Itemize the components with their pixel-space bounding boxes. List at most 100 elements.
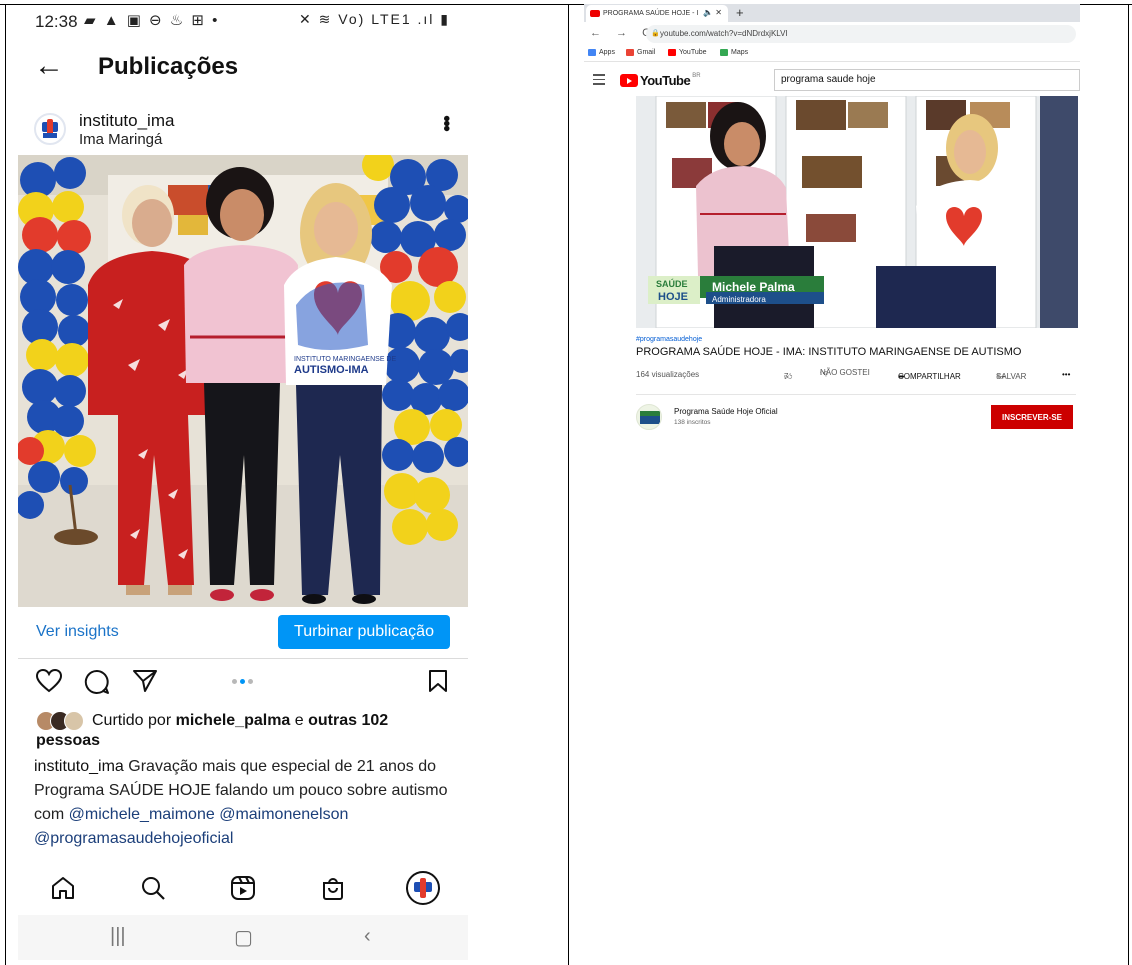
recent-apps-icon[interactable]: ||| [110, 925, 126, 948]
instagram-phone-screen: 12:38 ▰ ▲ ▣ ⊖ ♨ ⊞ • ✕ ≋ Vo) LTE1 .ıl ▮ ←… [18, 5, 468, 960]
tab-strip: PROGRAMA SAÚDE HOJE - I 🔈 ✕ + [584, 4, 1080, 22]
likes-middle: e [290, 712, 309, 730]
insights-row: Ver insights Turbinar publicação [18, 613, 468, 659]
carousel-pager [232, 679, 253, 684]
page-title: Publicações [98, 53, 239, 80]
post-header: instituto_ima Ima Maringá ••• [18, 109, 468, 157]
youtube-header: YouTube BR programa saude hoje [584, 64, 1080, 96]
youtube-favicon-icon [590, 10, 600, 17]
likes-user[interactable]: michele_palma [176, 712, 291, 729]
like-count: 7 [784, 372, 789, 381]
boost-post-button[interactable]: Turbinar publicação [278, 615, 450, 649]
app-bar: ← Publicações [18, 45, 468, 91]
tab-title: PROGRAMA SAÚDE HOJE - I [603, 10, 699, 17]
bookmark-label: Maps [731, 49, 749, 56]
channel-name[interactable]: Programa Saúde Hoje Oficial [674, 407, 778, 416]
section-divider [636, 394, 1076, 395]
apps-grid-icon [588, 49, 596, 56]
video-meta: #programasaudehoje PROGRAMA SAÚDE HOJE -… [636, 336, 1076, 358]
post-username[interactable]: instituto_ima [79, 111, 174, 131]
post-location[interactable]: Ima Maringá [79, 131, 162, 148]
share-label: COMPARTILHAR [898, 372, 961, 381]
home-icon[interactable] [50, 875, 76, 906]
profile-avatar[interactable] [34, 113, 66, 145]
lock-icon: 🔒 [651, 30, 660, 37]
post-photo[interactable]: INSTITUTO MARINGAENSE DE AUTISMO-IMA [18, 155, 468, 607]
bookmark-maps[interactable]: Maps [720, 49, 748, 56]
new-tab-icon[interactable]: + [736, 5, 744, 20]
home-button-icon[interactable]: ▢ [234, 925, 253, 950]
video-hashtag[interactable]: #programasaudehoje [636, 336, 1076, 343]
bookmark-youtube[interactable]: YouTube [668, 49, 707, 56]
video-frame-illustration: SAÚDE HOJE Michele Palma Administradora [636, 96, 1078, 328]
ver-insights-link[interactable]: Ver insights [36, 623, 119, 641]
post-caption: instituto_ima Gravação mais que especial… [34, 755, 458, 851]
caption-username[interactable]: instituto_ima [34, 758, 124, 775]
channel-row: Programa Saúde Hoje Oficial 138 inscrito… [636, 402, 1076, 434]
youtube-wordmark: YouTube [640, 73, 691, 88]
channel-avatar[interactable] [636, 404, 662, 430]
shirt-text-line-2: AUTISMO-IMA [294, 364, 369, 376]
search-icon[interactable] [140, 875, 166, 906]
pager-dot [248, 679, 253, 684]
youtube-icon [668, 49, 676, 56]
lower-third-brand-2: HOJE [658, 291, 688, 303]
mention-link[interactable]: @michele_maimone [69, 806, 215, 823]
puzzle-logo-icon [42, 119, 58, 138]
bookmark-apps[interactable]: Apps [588, 49, 615, 56]
status-time: 12:38 [35, 12, 78, 31]
liker-avatar [64, 711, 84, 731]
bookmark-label: YouTube [679, 49, 707, 56]
reels-icon[interactable] [230, 875, 256, 906]
save-label: SALVAR [996, 372, 1027, 381]
browser-tab-active[interactable]: PROGRAMA SAÚDE HOJE - I 🔈 ✕ [586, 5, 728, 22]
bookmark-icon[interactable] [428, 669, 448, 698]
likes-summary[interactable]: Curtido por michele_palma e outras 102 p… [36, 711, 456, 751]
back-arrow-icon[interactable]: ← [34, 51, 64, 81]
view-count: 164 visualizações [636, 370, 700, 379]
lower-third-name: Michele Palma [712, 280, 795, 294]
bookmark-label: Gmail [637, 49, 656, 56]
bookmarks-bar: Apps Gmail YouTube Maps [584, 46, 1080, 62]
gmail-icon [626, 49, 634, 56]
address-bar-row: ← → C 🔒 youtube.com/watch?v=dNDrdxjKLVI [584, 22, 1080, 46]
profile-tab-avatar[interactable] [406, 871, 440, 910]
frame-right-border [1128, 4, 1129, 965]
bottom-navigation [18, 867, 468, 915]
post-photo-illustration: INSTITUTO MARINGAENSE DE AUTISMO-IMA [18, 155, 468, 607]
liker-avatars [36, 711, 92, 731]
more-actions-icon[interactable]: ••• [1062, 370, 1070, 379]
youtube-region: BR [692, 72, 701, 79]
shirt-text-line-1: INSTITUTO MARINGAENSE DE [294, 356, 396, 363]
heart-icon[interactable] [35, 668, 63, 698]
mention-link[interactable]: @maimonenelson [219, 806, 348, 823]
lower-third-brand-1: SAÚDE [656, 278, 688, 289]
video-title: PROGRAMA SAÚDE HOJE - IMA: INSTITUTO MAR… [636, 346, 1022, 358]
mention-link[interactable]: @programasaudehojeoficial [34, 830, 233, 847]
comment-icon[interactable] [84, 669, 110, 700]
youtube-logo[interactable]: YouTube BR [620, 73, 701, 88]
channel-subscribers: 138 inscritos [674, 419, 711, 426]
post-actions [18, 667, 468, 701]
bookmark-gmail[interactable]: Gmail [626, 49, 655, 56]
system-status-icons: ✕ ≋ Vo) LTE1 .ıl ▮ [299, 11, 450, 27]
pager-dot [232, 679, 237, 684]
video-player[interactable]: SAÚDE HOJE Michele Palma Administradora [636, 96, 1078, 328]
search-input[interactable]: programa saude hoje [774, 69, 1080, 91]
share-send-icon[interactable] [132, 669, 158, 698]
shop-icon[interactable] [320, 875, 346, 906]
menu-icon[interactable] [593, 74, 605, 88]
frame-middle-border [568, 4, 569, 965]
browser-window: PROGRAMA SAÚDE HOJE - I 🔈 ✕ + ← → C 🔒 yo… [584, 4, 1080, 434]
video-stats-row: 164 visualizações 👍︎ 7 👎︎ NÃO GOSTEI ➦ C… [636, 368, 1076, 384]
close-tab-icon[interactable]: 🔈 ✕ [703, 8, 722, 17]
notification-icons: ▰ ▲ ▣ ⊖ ♨ ⊞ • [84, 12, 220, 29]
url-field[interactable]: 🔒 youtube.com/watch?v=dNDrdxjKLVI [646, 25, 1076, 43]
likes-prefix: Curtido por [92, 712, 176, 730]
frame-left-border [5, 4, 6, 965]
more-options-icon[interactable]: ••• [435, 115, 457, 130]
subscribe-button[interactable]: INSCREVER-SE [991, 405, 1073, 429]
bookmark-label: Apps [599, 49, 615, 56]
maps-icon [720, 49, 728, 56]
back-button-icon[interactable]: ‹ [364, 925, 371, 948]
